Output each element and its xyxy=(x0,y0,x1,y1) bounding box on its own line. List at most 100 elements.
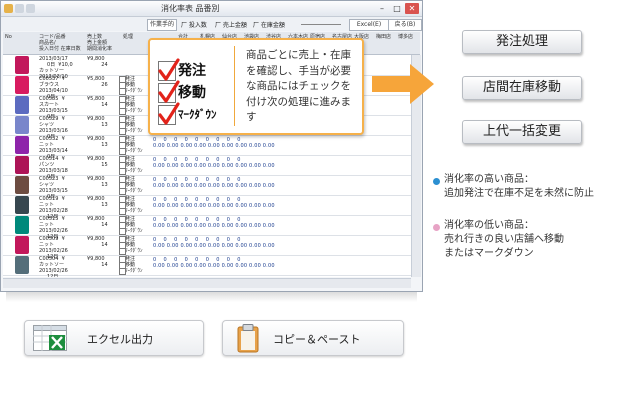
check-input-count[interactable]: 厂 投入数 xyxy=(181,20,207,29)
product-thumbnail xyxy=(15,216,29,234)
product-price: ¥9,800 14 xyxy=(87,236,108,248)
row-checkbox[interactable] xyxy=(119,268,126,275)
action-labels: 発注 移動 ﾏｰｸﾀﾞｳﾝ xyxy=(125,116,143,134)
window-shadow xyxy=(6,292,417,302)
table-row[interactable]: C00523 ¥ シャツ 2013/03/15 0日 ¥9,800 13 発注 移動… xyxy=(3,175,411,200)
table-row[interactable]: C00515 ¥ ニット 2013/02/26 12日 ¥9,800 14 発注 移… xyxy=(3,215,411,240)
row-checkbox[interactable] xyxy=(119,88,126,95)
zoom-slider[interactable] xyxy=(301,24,341,25)
table-row[interactable]: C00504 ¥ カットソー 2013/02/26 12日 ¥9,800 14 発注… xyxy=(3,255,411,277)
check-sales-amount[interactable]: 厂 売上金額 xyxy=(215,20,247,29)
undo-icon[interactable] xyxy=(26,4,35,13)
app-icon xyxy=(4,4,13,13)
copy-paste-button[interactable]: コピー＆ペースト xyxy=(222,320,404,356)
maximize-button[interactable]: □ xyxy=(390,3,404,14)
action-labels: 発注 移動 ﾏｰｸﾀﾞｳﾝ xyxy=(125,236,143,254)
product-thumbnail xyxy=(15,56,29,74)
callout-box: 発注 移動 ﾏｰｸﾀﾞｳﾝ 商品ごとに売上・在庫を確認し、手当が必要な商品にはチ… xyxy=(148,38,364,135)
note-low-sellthrough: 消化率の低い商品： 売れ行きの良い店舗へ移動 またはマークダウン xyxy=(444,220,564,259)
arrow-right-icon xyxy=(372,64,434,104)
excel-icon xyxy=(33,325,67,351)
excel-export-label: エクセル出力 xyxy=(87,333,153,346)
window-title: 消化率表 品番別 xyxy=(161,4,220,13)
product-thumbnail xyxy=(15,256,29,274)
price-change-button[interactable]: 上代一括変更 xyxy=(462,120,582,144)
action-labels: 発注 移動 ﾏｰｸﾀﾞｳﾝ xyxy=(125,76,143,94)
callout-description: 商品ごとに売上・在庫を確認し、手当が必要な商品にはチェックを付け次の処理に進みま… xyxy=(246,49,351,123)
header-action: 処理 xyxy=(123,34,134,40)
store-values: 0 0 0 0 0 0 0 0 0 0.00 0.00 0.00 0.00 0.… xyxy=(153,217,275,229)
row-checkbox[interactable] xyxy=(119,208,126,215)
header-store: 梅田店 xyxy=(376,34,392,40)
checkmark-icon xyxy=(158,102,180,125)
row-checkbox[interactable] xyxy=(119,128,126,135)
product-price: ¥9,800 13 xyxy=(87,116,108,128)
action-labels: 発注 移動 ﾏｰｸﾀﾞｳﾝ xyxy=(125,136,143,154)
product-thumbnail xyxy=(15,136,29,154)
bullet-icon-pink xyxy=(433,224,440,231)
row-checkbox[interactable] xyxy=(119,168,126,175)
product-price: ¥9,800 24 xyxy=(87,56,108,68)
action-labels: 発注 移動 ﾏｰｸﾀﾞｳﾝ xyxy=(125,156,143,174)
product-price: ¥9,800 13 xyxy=(87,176,108,188)
table-row[interactable]: C00519 ¥ ニット 2013/02/28 12日 ¥9,800 13 発注 移… xyxy=(3,195,411,220)
store-values: 0 0 0 0 0 0 0 0 0 0.00 0.00 0.00 0.00 0.… xyxy=(153,137,275,149)
product-thumbnail xyxy=(15,96,29,114)
table-row[interactable]: C00514 ¥ パンツ 2013/03/18 0日 ¥9,800 15 発注 移動… xyxy=(3,155,411,180)
minimize-button[interactable]: – xyxy=(375,3,389,14)
table-row[interactable]: C00532 ¥ ニット 2013/03/14 0日 ¥9,800 13 発注 移動… xyxy=(3,135,411,160)
row-checkbox[interactable] xyxy=(119,148,126,155)
excel-export-button[interactable]: エクセル出力 xyxy=(24,320,204,356)
header-no: No xyxy=(5,34,12,40)
header-code: コード/品番 商品名/ 投入日付 在庫日数 xyxy=(39,34,81,52)
clipboard-icon xyxy=(237,324,259,353)
horizontal-scrollbar[interactable] xyxy=(3,278,411,288)
header-sales: 売上数 売上金額 期間消化率 xyxy=(87,34,113,52)
action-labels: 発注 移動 ﾏｰｸﾀﾞｳﾝ xyxy=(125,96,143,114)
product-price: ¥9,800 14 xyxy=(87,216,108,228)
row-checkbox[interactable] xyxy=(119,248,126,255)
close-button[interactable]: ✕ xyxy=(405,3,419,14)
order-process-button[interactable]: 発注処理 xyxy=(462,30,582,54)
callout-order-label: 発注 xyxy=(178,63,206,79)
product-price: ¥5,800 26 xyxy=(87,76,108,88)
product-price: ¥9,800 15 xyxy=(87,156,108,168)
title-bar: 消化率表 品番別 – □ ✕ xyxy=(1,1,422,17)
excel-button[interactable]: Excel(E) xyxy=(349,19,389,31)
bullet-icon-blue xyxy=(433,178,440,185)
callout-transfer-label: 移動 xyxy=(178,85,206,101)
product-thumbnail xyxy=(15,76,29,94)
store-values: 0 0 0 0 0 0 0 0 0 0.00 0.00 0.00 0.00 0.… xyxy=(153,237,275,249)
row-checkbox[interactable] xyxy=(119,188,126,195)
copy-paste-label: コピー＆ペースト xyxy=(273,333,361,346)
product-thumbnail xyxy=(15,156,29,174)
store-values: 0 0 0 0 0 0 0 0 0 0.00 0.00 0.00 0.00 0.… xyxy=(153,197,275,209)
product-price: ¥9,800 13 xyxy=(87,196,108,208)
product-price: ¥5,800 14 xyxy=(87,96,108,108)
product-price: ¥9,800 13 xyxy=(87,136,108,148)
note-high-sellthrough: 消化率の高い商品： 追加発注で在庫不足を未然に防止 xyxy=(444,174,594,199)
product-price: ¥9,800 14 xyxy=(87,256,108,268)
save-icon[interactable] xyxy=(15,4,24,13)
store-transfer-button[interactable]: 店間在庫移動 xyxy=(462,76,582,100)
toolbar: 作業手的 厂 投入数 厂 売上金額 厂 在庫金額 Excel(E) 戻る(B) xyxy=(1,17,422,31)
checkmark-icon xyxy=(158,58,180,81)
check-stock-amount[interactable]: 厂 在庫金額 xyxy=(253,20,285,29)
product-thumbnail xyxy=(15,196,29,214)
store-values: 0 0 0 0 0 0 0 0 0 0.00 0.00 0.00 0.00 0.… xyxy=(153,157,275,169)
work-proc-button[interactable]: 作業手的 xyxy=(147,19,178,31)
row-checkbox[interactable] xyxy=(119,108,126,115)
action-labels: 発注 移動 ﾏｰｸﾀﾞｳﾝ xyxy=(125,176,143,194)
callout-markdown-label: ﾏｰｸﾀﾞｳﾝ xyxy=(178,108,217,121)
product-thumbnail xyxy=(15,236,29,254)
callout-divider xyxy=(234,46,235,126)
row-checkbox[interactable] xyxy=(119,228,126,235)
checkmark-icon xyxy=(158,80,180,103)
product-thumbnail xyxy=(15,176,29,194)
table-row[interactable]: C00509 ¥ ニット 2013/02/26 12日 ¥9,800 14 発注 移… xyxy=(3,235,411,260)
product-code: C00504 ¥ カットソー 2013/02/26 12日 xyxy=(39,256,68,277)
product-thumbnail xyxy=(15,116,29,134)
back-button[interactable]: 戻る(B) xyxy=(388,19,422,31)
header-store: 博多店 xyxy=(398,34,414,40)
action-labels: 発注 移動 ﾏｰｸﾀﾞｳﾝ xyxy=(125,216,143,234)
